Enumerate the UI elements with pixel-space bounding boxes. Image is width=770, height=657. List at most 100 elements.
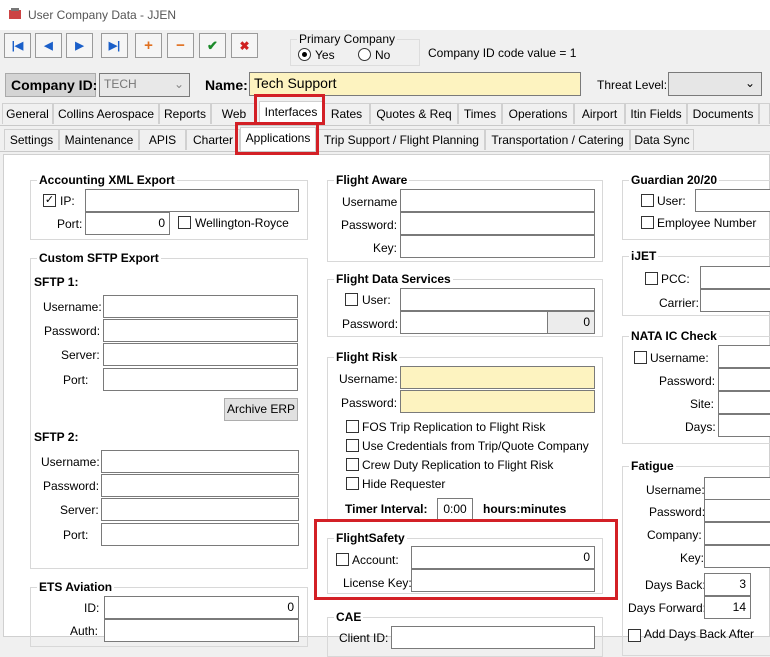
ets-id-input[interactable]: 0 (104, 596, 299, 619)
add-days-back-checkbox[interactable] (628, 629, 641, 642)
cae-client-input[interactable] (391, 626, 595, 649)
fa-password-input[interactable] (400, 212, 595, 235)
accounting-title: Accounting XML Export (37, 173, 177, 187)
last-record-button[interactable]: ▶| (101, 33, 128, 58)
guardian-user-input[interactable] (695, 189, 770, 212)
tab-itin-fields[interactable]: Itin Fields (625, 103, 687, 124)
tab-transportation[interactable]: Transportation / Catering (485, 129, 630, 150)
fatigue-company-input[interactable] (704, 522, 770, 545)
tab-maintenance[interactable]: Maintenance (59, 129, 139, 150)
ets-id-value: 0 (287, 600, 294, 614)
tab-web[interactable]: Web (211, 103, 257, 124)
tab-settings[interactable]: Settings (4, 129, 59, 150)
days-back-input[interactable]: 3 (704, 573, 751, 596)
primary-company-group: Primary Company Yes No (290, 32, 420, 66)
wellington-checkbox[interactable] (178, 216, 191, 229)
sftp2-port-input[interactable] (101, 523, 299, 546)
fr-use-credentials-checkbox[interactable] (346, 439, 359, 452)
sftp1-password-input[interactable] (103, 319, 298, 342)
sftp1-server-input[interactable] (103, 343, 298, 366)
fatigue-key-input[interactable] (704, 545, 770, 568)
delete-record-button[interactable]: − (167, 33, 194, 58)
flightsafety-highlight (314, 519, 618, 600)
threat-level-select[interactable]: ⌄ (668, 72, 762, 96)
ip-input[interactable] (85, 189, 299, 212)
tab-reports[interactable]: Reports (159, 103, 211, 124)
days-forward-label: Days Forward: (628, 601, 707, 615)
nata-username-checkbox[interactable] (634, 351, 647, 364)
company-id-value: TECH (104, 77, 137, 91)
last-icon: ▶| (108, 40, 121, 52)
tab-overflow[interactable] (759, 103, 770, 124)
ijet-pcc-label: PCC: (661, 272, 690, 286)
tab-times[interactable]: Times (458, 103, 502, 124)
days-forward-input[interactable]: 14 (704, 596, 751, 619)
fr-crew-duty-checkbox[interactable] (346, 458, 359, 471)
sftp2-password-input[interactable] (101, 474, 299, 497)
days-back-label: Days Back: (645, 578, 706, 592)
ip-checkbox[interactable]: ✓ (43, 194, 56, 207)
tab-trip-support[interactable]: Trip Support / Flight Planning (318, 129, 485, 150)
ijet-pcc-input[interactable] (700, 266, 770, 289)
nata-days-input[interactable] (718, 414, 770, 437)
tab-quotes-req[interactable]: Quotes & Req (370, 103, 458, 124)
accounting-port-input[interactable]: 0 (85, 212, 170, 235)
next-record-button[interactable]: ▶ (66, 33, 93, 58)
fa-key-input[interactable] (400, 235, 595, 258)
sftp1-label: SFTP 1: (34, 275, 79, 289)
ijet-pcc-checkbox[interactable] (645, 272, 658, 285)
fr-username-input[interactable] (400, 366, 595, 389)
guardian-user-checkbox[interactable] (641, 194, 654, 207)
nata-password-input[interactable] (718, 368, 770, 391)
first-record-button[interactable]: |◀ (4, 33, 31, 58)
ijet-carrier-input[interactable] (700, 289, 770, 312)
primary-no-radio[interactable] (358, 48, 371, 61)
name-input[interactable]: Tech Support (249, 72, 581, 96)
first-icon: |◀ (11, 40, 24, 52)
days-back-value: 3 (739, 577, 746, 591)
fds-user-input[interactable] (400, 288, 595, 311)
primary-yes-radio[interactable] (298, 48, 311, 61)
sftp2-username-input[interactable] (101, 450, 299, 473)
fatigue-username-input[interactable] (704, 477, 770, 500)
cancel-button[interactable]: ✖ (231, 33, 258, 58)
sftp2-server-input[interactable] (101, 498, 299, 521)
fatigue-password-input[interactable] (704, 499, 770, 522)
nata-username-input[interactable] (718, 345, 770, 368)
timer-interval-input[interactable]: 0:00 (437, 498, 473, 521)
cae-title: CAE (334, 610, 364, 624)
sftp1-username-input[interactable] (103, 295, 298, 318)
fds-user-checkbox[interactable] (345, 293, 358, 306)
previous-record-button[interactable]: ◀ (35, 33, 62, 58)
interfaces-tab-highlight (254, 94, 325, 125)
fr-hide-requester-checkbox[interactable] (346, 477, 359, 490)
employee-number-checkbox[interactable] (641, 216, 654, 229)
add-record-button[interactable]: + (135, 33, 162, 58)
fds-password-input[interactable] (400, 311, 548, 334)
add-days-back-label: Add Days Back After (644, 627, 755, 641)
save-button[interactable]: ✔ (199, 33, 226, 58)
tab-rates[interactable]: Rates (323, 103, 370, 124)
main-tab-row: General Collins Aerospace Reports Web In… (0, 101, 770, 126)
sftp2-username-label: Username: (41, 455, 100, 469)
tab-charter[interactable]: Charter (186, 129, 240, 150)
fr-crew-duty-label: Crew Duty Replication to Flight Risk (362, 458, 554, 472)
fr-password-input[interactable] (400, 390, 595, 413)
fa-username-input[interactable] (400, 189, 595, 212)
tab-documents[interactable]: Documents (687, 103, 759, 124)
tab-operations[interactable]: Operations (502, 103, 574, 124)
ets-auth-input[interactable] (104, 619, 299, 642)
check-icon: ✔ (207, 37, 218, 53)
tab-apis[interactable]: APIS (139, 129, 186, 150)
port-label: Port: (57, 217, 83, 231)
tab-data-sync[interactable]: Data Sync (630, 129, 694, 150)
company-id-select[interactable]: TECH ⌄ (99, 73, 190, 97)
sftp1-port-input[interactable] (103, 368, 298, 391)
archive-erp-button[interactable]: Archive ERP (224, 398, 298, 421)
tab-general[interactable]: General (2, 103, 53, 124)
tab-airport[interactable]: Airport (574, 103, 625, 124)
tab-collins-aerospace[interactable]: Collins Aerospace (53, 103, 159, 124)
fa-key-label: Key: (373, 241, 398, 255)
nata-site-input[interactable] (718, 391, 770, 414)
fr-fos-replication-checkbox[interactable] (346, 420, 359, 433)
